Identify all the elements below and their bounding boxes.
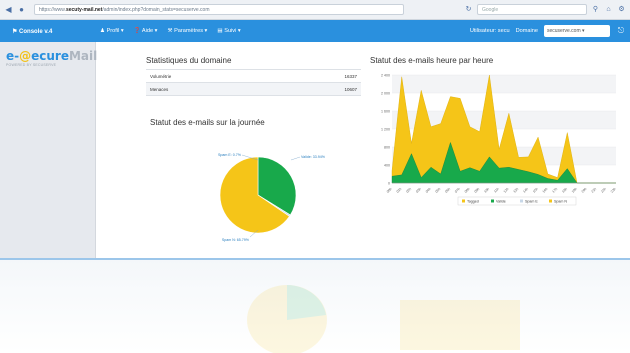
pie-label-spam-e: Spam E: 0.7% <box>218 153 242 157</box>
x-tick-label: 06h <box>444 187 451 194</box>
grid-band <box>392 75 616 93</box>
x-tick-label: 18h <box>561 187 568 194</box>
site-info-icon[interactable]: ● <box>17 5 26 14</box>
y-tick-label: 2 000 <box>381 91 390 95</box>
x-tick-label: 09h <box>474 187 481 194</box>
legend-swatch <box>520 199 523 203</box>
x-tick-label: 00h <box>386 187 393 194</box>
legend-swatch <box>549 199 552 203</box>
main-content: Statistiques du domaine Volumétrie 16337… <box>96 42 630 258</box>
url-path: /admin/index.php?domain_stats=secuserve.… <box>102 7 210 13</box>
day-chart-panel: Statut des e-mails sur la journée Spam E… <box>150 118 365 252</box>
logout-icon[interactable]: ⎋ <box>616 26 626 36</box>
stat-label: Menaces <box>146 82 273 96</box>
x-tick-label: 08h <box>464 187 471 194</box>
x-tick-label: 20h <box>581 187 588 194</box>
x-tick-label: 13h <box>512 187 519 194</box>
logo: e-@ecureMail <box>6 49 98 63</box>
x-tick-label: 01h <box>396 187 403 194</box>
pie-label-valide: Valide: 33.94% <box>301 155 326 159</box>
stats-title: Statistiques du domaine <box>146 56 232 65</box>
stats-table: Volumétrie 16337 Menaces 10607 <box>146 69 361 97</box>
x-tick-label: 07h <box>454 187 461 194</box>
table-row: Menaces 10607 <box>146 82 361 96</box>
reflection <box>0 260 630 353</box>
x-tick-label: 15h <box>532 187 539 194</box>
settings-icon[interactable]: ⚙ <box>617 5 626 14</box>
console-title: Console v.4 <box>19 28 53 35</box>
hourly-area-chart: 04008001 2001 6002 0002 40000h 01h 02h 03h 0… <box>381 73 617 206</box>
y-tick-label: 1 600 <box>381 109 390 113</box>
table-row: Volumétrie 16337 <box>146 69 361 83</box>
x-tick-label: 22h <box>600 187 607 194</box>
y-tick-label: 2 400 <box>381 73 390 77</box>
y-tick-label: 1 200 <box>381 127 390 131</box>
app-topbar: ⚑ Console v.4 ♟ Profil ▾ ❓ Aide ▾ ⚒ Para… <box>0 20 630 42</box>
y-tick-label: 800 <box>384 145 390 149</box>
menu-profil[interactable]: ♟ Profil ▾ <box>100 28 124 34</box>
legend-label[interactable]: Spam E <box>525 199 538 203</box>
x-tick-label: 03h <box>415 187 422 194</box>
browser-search-placeholder: Google <box>482 7 499 13</box>
domain-select[interactable]: secuserve.com ▾ <box>544 25 610 37</box>
search-icon[interactable]: ⚲ <box>591 5 600 14</box>
x-tick-label: 05h <box>435 187 442 194</box>
sidebar: e-@ecureMail POWERED BY SECUSERVE <box>0 42 98 258</box>
x-tick-label: 04h <box>425 187 432 194</box>
x-tick-label: 16h <box>542 187 549 194</box>
domain-stats-panel: Statistiques du domaine Volumétrie 16337… <box>146 56 361 97</box>
logo-subtitle: POWERED BY SECUSERVE <box>6 63 57 67</box>
x-tick-label: 17h <box>551 187 558 194</box>
y-tick-label: 400 <box>384 163 390 167</box>
console-brand[interactable]: ⚑ Console v.4 <box>0 28 82 35</box>
home-icon[interactable]: ⌂ <box>604 5 613 14</box>
stat-value: 16337 <box>272 69 361 83</box>
x-tick-label: 02h <box>405 187 412 194</box>
pie-label-spam-n: Spam N: 65.79% <box>222 238 250 242</box>
legend-label[interactable]: Valide <box>496 199 506 203</box>
main-menu: ♟ Profil ▾ ❓ Aide ▾ ⚒ Paramètres ▾ ▤ Sui… <box>100 28 241 34</box>
menu-parametres[interactable]: ⚒ Paramètres ▾ <box>168 28 208 34</box>
stat-value: 10607 <box>272 82 361 96</box>
day-chart-title: Statut des e-mails sur la journée <box>150 118 265 127</box>
legend-label[interactable]: Spam N <box>554 199 567 203</box>
legend-swatch <box>462 199 465 203</box>
x-tick-label: 23h <box>610 187 617 194</box>
address-bar[interactable]: https://www.secuty-mail.net/admin/index.… <box>34 4 404 15</box>
hour-chart-title: Statut des e-mails heure par heure <box>370 56 494 65</box>
back-icon[interactable]: ◀ <box>4 5 13 14</box>
browser-search-field[interactable]: Google <box>477 4 587 15</box>
stat-label: Volumétrie <box>146 69 273 83</box>
url-prefix: https://www. <box>39 7 66 13</box>
menu-suivi[interactable]: ▤ Suivi ▾ <box>217 28 240 34</box>
x-tick-label: 10h <box>483 187 490 194</box>
x-tick-label: 21h <box>590 187 597 194</box>
x-tick-label: 12h <box>503 187 510 194</box>
hour-chart-panel: Statut des e-mails heure par heure 0 400 8… <box>370 56 624 230</box>
x-tick-label: 19h <box>571 187 578 194</box>
browser-toolbar: ◀ ● https://www.secuty-mail.net/admin/in… <box>0 0 630 20</box>
table-row <box>146 95 361 97</box>
menu-aide[interactable]: ❓ Aide ▾ <box>134 28 158 34</box>
x-tick-label: 14h <box>522 187 529 194</box>
user-label[interactable]: Utilisateur: secu <box>470 28 510 34</box>
url-domain: secuty-mail.net <box>65 7 103 13</box>
legend-swatch <box>491 199 494 203</box>
reload-icon[interactable]: ↻ <box>464 5 473 14</box>
legend-label[interactable]: Tagged <box>467 199 479 203</box>
y-tick-label: 0 <box>388 181 390 185</box>
x-tick-label: 11h <box>493 187 500 194</box>
domain-label: Domaine <box>515 28 538 34</box>
day-pie-chart: Spam E: 0.7% Valide: 33.94% Spam N: 65.7… <box>218 153 326 242</box>
